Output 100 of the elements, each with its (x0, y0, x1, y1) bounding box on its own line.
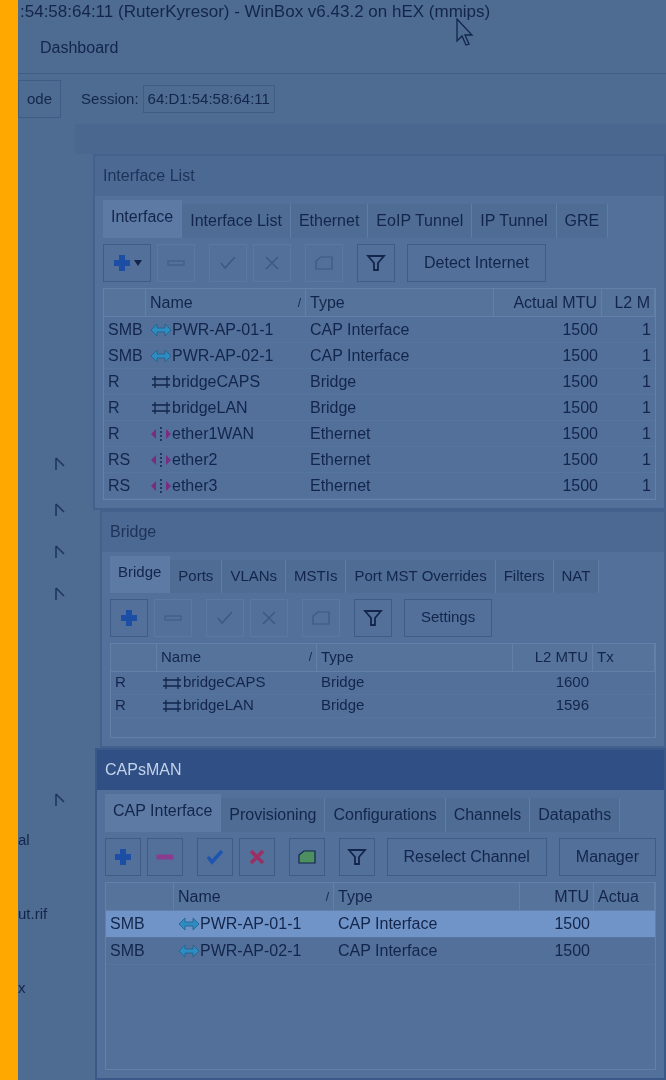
tab[interactable]: IP Tunnel (472, 204, 557, 238)
tab[interactable]: Provisioning (221, 798, 326, 832)
check-icon (204, 847, 225, 867)
action-button[interactable]: Manager (558, 838, 656, 876)
table-cell-text: PWR-AP-02-1 (172, 345, 274, 366)
table-cell-text: CAP Interface (338, 914, 438, 934)
tab[interactable]: GRE (556, 204, 609, 238)
table-cell-text: SMB (110, 914, 145, 934)
tab[interactable]: Ethernet (290, 204, 369, 238)
tab[interactable]: VLANs (222, 560, 287, 593)
table-cell-text: 1500 (562, 371, 598, 392)
table-row[interactable]: SMB PWR-AP-01-1 CAP Interface 1500 1 (104, 317, 655, 343)
tab[interactable]: Ports (170, 560, 223, 593)
table-cell-text: 1500 (562, 423, 598, 444)
table-row[interactable]: R bridgeLAN Bridge 1596 (111, 694, 655, 718)
table-cell-text: PWR-AP-01-1 (200, 914, 302, 934)
ethernet-icon (150, 451, 172, 468)
tab[interactable]: Channels (445, 798, 531, 832)
minus-icon (155, 854, 174, 860)
table-cell-text: CAP Interface (310, 319, 410, 340)
table-row[interactable]: RS ether3 Ethernet 1500 1 (104, 473, 655, 499)
session-field[interactable]: 64:D1:54:58:64:11 (142, 85, 275, 113)
table-cell-text: RS (108, 449, 131, 470)
toolbar-button[interactable] (338, 838, 375, 876)
column-header[interactable]: Type (317, 643, 513, 671)
toolbar-button[interactable] (103, 244, 151, 282)
column-header[interactable]: Actua (594, 883, 655, 910)
toolbar-button[interactable] (238, 838, 275, 876)
table-cell-text: 1 (642, 397, 651, 418)
tab[interactable]: MSTIs (286, 560, 347, 593)
table-cell-text: 1500 (562, 397, 598, 418)
table-cell-text: SMB (110, 941, 145, 961)
table-cell-text: RS (108, 475, 131, 496)
column-header[interactable]: Name / (157, 643, 317, 671)
table-cell-text: Bridge (310, 371, 357, 392)
tab[interactable]: Bridge (110, 556, 171, 593)
sidebar-item[interactable]: al (18, 828, 30, 852)
bridge-icon (150, 373, 172, 390)
tab[interactable]: CAP Interface (105, 794, 222, 832)
action-button[interactable]: Reselect Channel (386, 838, 547, 876)
column-header[interactable]: Name / (174, 883, 334, 910)
table-cell-text: 1 (642, 475, 651, 496)
tab[interactable]: NAT (553, 560, 600, 593)
table-cell-text: SMB (108, 319, 143, 340)
table-row[interactable]: SMB PWR-AP-02-1 CAP Interface 1500 1 (104, 343, 655, 369)
table-cell-text: Ethernet (310, 423, 371, 444)
toolbar-button[interactable] (110, 598, 148, 637)
column-header[interactable]: Type (334, 883, 520, 910)
table-cell-text: 1500 (562, 345, 598, 366)
table-cell-text: SMB (108, 345, 143, 366)
interface-icon (178, 916, 200, 932)
tab[interactable]: Interface List (182, 204, 291, 238)
table-row[interactable]: R bridgeLAN Bridge 1500 1 (104, 395, 655, 421)
caret-icon (134, 260, 142, 266)
table-row[interactable]: R ether1WAN Ethernet 1500 1 (104, 421, 655, 447)
table-cell-text: ether2 (172, 449, 218, 470)
tab[interactable]: Interface (103, 200, 183, 238)
table-row[interactable]: R bridgeCAPS Bridge 1600 (111, 671, 655, 695)
bridge-icon (150, 399, 172, 416)
column-header[interactable]: Tx (593, 643, 655, 671)
menu-item[interactable]: Dashboard (40, 35, 119, 60)
filter-icon (366, 253, 386, 273)
sort-indicator: / (297, 294, 301, 312)
column-header[interactable]: L2 MTU (513, 643, 593, 671)
table-row[interactable]: SMB PWR-AP-02-1 CAP Interface 1500 (106, 938, 655, 965)
table-row[interactable]: R bridgeCAPS Bridge 1500 1 (104, 369, 655, 395)
tab[interactable]: Datapaths (530, 798, 621, 832)
toolbar-button[interactable] (354, 598, 392, 637)
session-label: Session: (81, 88, 139, 109)
toolbar-button[interactable] (105, 838, 141, 876)
tab[interactable]: Configurations (325, 798, 446, 832)
tab[interactable]: Port MST Overrides (346, 560, 496, 593)
column-header[interactable]: L2 M (602, 289, 655, 316)
table-cell-text: 1500 (562, 319, 598, 340)
toolbar-button[interactable] (357, 244, 395, 282)
table-cell-text: 1 (642, 449, 651, 470)
table-row[interactable]: RS ether2 Ethernet 1500 1 (104, 447, 655, 473)
column-header[interactable]: Actual MTU (494, 289, 602, 316)
sort-indicator: / (325, 888, 329, 906)
table-cell-text: Bridge (310, 397, 357, 418)
column-header[interactable]: MTU (520, 883, 594, 910)
column-header[interactable]: Type (306, 289, 494, 316)
column-header[interactable]: Name / (146, 289, 306, 316)
action-button[interactable]: Detect Internet (407, 244, 546, 282)
bridge-icon (161, 674, 183, 691)
sidebar-item[interactable]: x (18, 976, 26, 1000)
toolbar-button[interactable]: ode (18, 80, 62, 118)
table-cell-text: bridgeLAN (183, 695, 254, 716)
table-cell-text: bridgeCAPS (172, 371, 261, 392)
toolbar-button[interactable] (196, 838, 233, 876)
tab[interactable]: EoIP Tunnel (368, 204, 473, 238)
action-button[interactable]: Settings (404, 598, 493, 637)
toolbar-button[interactable] (146, 838, 183, 876)
table-cell-text: Ethernet (310, 449, 371, 470)
tab[interactable]: Filters (495, 560, 554, 593)
sidebar-item[interactable]: ut.rif (18, 902, 48, 926)
table-cell-text: bridgeCAPS (183, 672, 266, 693)
table-row[interactable]: SMB PWR-AP-01-1 CAP Interface 1500 (106, 911, 655, 938)
toolbar-button[interactable] (288, 838, 325, 876)
table-cell-text: Bridge (321, 672, 365, 693)
